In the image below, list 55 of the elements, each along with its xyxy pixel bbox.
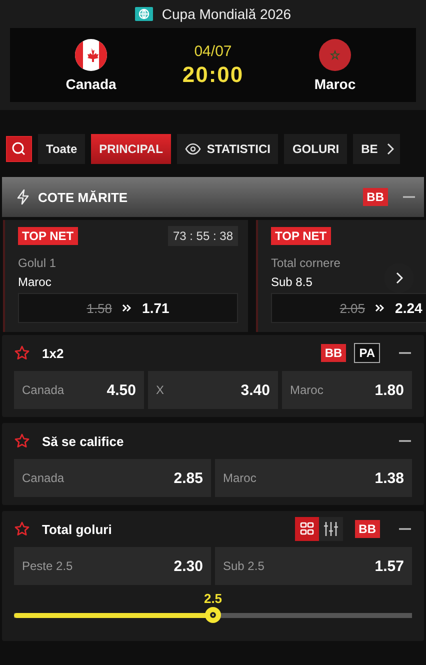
market-badge: BB [354, 520, 380, 538]
match-time: 20:00 [182, 62, 244, 88]
slider-value: 2.5 [204, 591, 222, 606]
globe-icon [134, 7, 153, 21]
market-title: 1x2 [42, 346, 64, 360]
odds-button[interactable]: X 3.40 [148, 371, 278, 409]
lightning-icon [16, 189, 30, 205]
tab[interactable]: Toate [38, 134, 86, 164]
odds-button[interactable]: Canada 2.85 [14, 459, 211, 497]
chevron-right-icon [386, 143, 394, 155]
tab[interactable]: PRINCIPAL [91, 134, 171, 164]
top-net-tag: TOP NET [18, 227, 78, 245]
top-net-tag: TOP NET [271, 227, 331, 245]
match-date: 04/07 [194, 42, 232, 60]
old-odds: 1.58 [86, 300, 112, 316]
odds-button[interactable]: 2.05 2.24 [271, 293, 426, 323]
new-odds: 1.71 [142, 300, 170, 316]
section-title: COTE MĂRITE [38, 190, 128, 204]
double-chevron-icon [122, 304, 132, 312]
odds-button[interactable]: Peste 2.5 2.30 [14, 547, 211, 585]
odds-button[interactable]: Maroc 1.38 [215, 459, 412, 497]
star-icon[interactable] [14, 345, 30, 361]
odds-button[interactable]: Maroc 1.80 [282, 371, 412, 409]
market-title: Total goluri [42, 522, 112, 536]
countdown-timer: 73 : 55 : 38 [168, 226, 238, 246]
market-name: Golul 1 [18, 256, 56, 270]
eye-icon [184, 143, 201, 155]
team-name: Maroc [314, 76, 356, 92]
slider-thumb[interactable] [205, 607, 221, 623]
market-title: Să se califice [42, 434, 124, 448]
new-odds: 2.24 [395, 300, 422, 316]
star-icon[interactable] [14, 521, 30, 537]
odds-button[interactable]: Sub 2.5 1.57 [215, 547, 412, 585]
double-chevron-icon [375, 304, 386, 312]
chevron-right-icon [395, 272, 403, 284]
tab[interactable]: BE [353, 134, 380, 164]
star-icon[interactable] [14, 433, 30, 449]
old-odds: 2.05 [340, 300, 366, 316]
team-name: Canada [66, 76, 116, 92]
flag-icon [319, 38, 351, 70]
search-button[interactable] [6, 136, 32, 162]
market-name: Total cornere [271, 256, 340, 270]
selection-name: Maroc [18, 275, 52, 289]
odds-button[interactable]: Canada 4.50 [14, 371, 144, 409]
market-badge: PA [354, 343, 380, 363]
scroll-right-button[interactable] [380, 134, 400, 164]
flag-icon [75, 38, 107, 70]
tab[interactable]: GOLURI [284, 134, 348, 164]
bet-builder-badge: BB [362, 188, 388, 206]
market-badge: BB [320, 344, 346, 362]
odds-button[interactable]: 1.58 1.71 [18, 293, 238, 323]
selection-name: Sub 8.5 [271, 275, 312, 289]
tab[interactable]: STATISTICI [176, 134, 278, 164]
competition-title: Cupa Mondială 2026 [162, 6, 292, 22]
grid-view-button[interactable] [294, 517, 319, 541]
